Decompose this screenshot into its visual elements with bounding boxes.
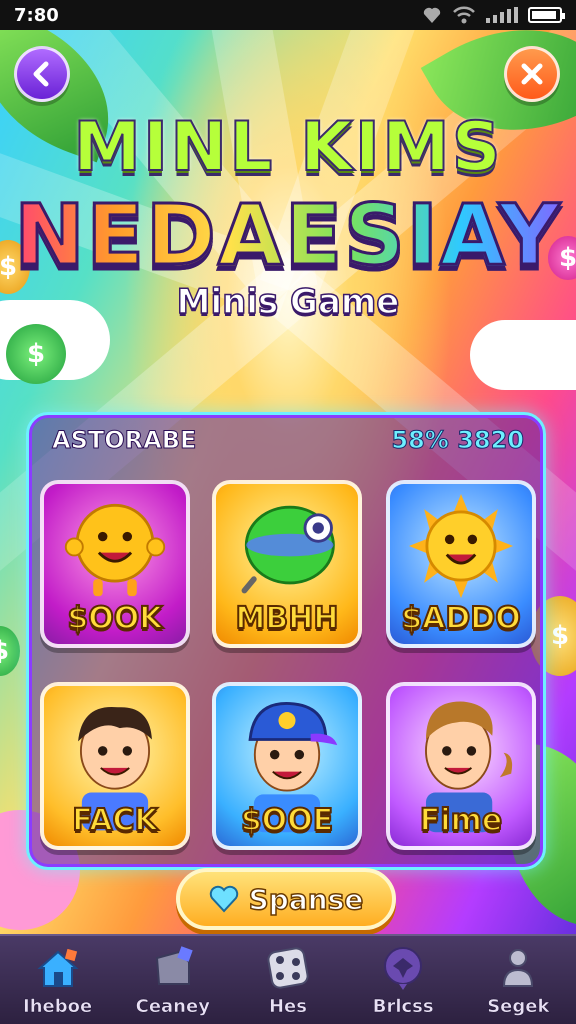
home-icon: [36, 948, 79, 987]
nav-item-hes[interactable]: Hes: [238, 944, 338, 1017]
close-button[interactable]: [504, 46, 560, 102]
game-card-2[interactable]: MBHH: [212, 480, 362, 648]
heart-icon: [209, 885, 238, 913]
status-time: 7:80: [14, 4, 59, 26]
battery-icon: [528, 7, 565, 23]
cloud-decoration: [470, 320, 576, 390]
close-icon: [521, 63, 543, 85]
nav-item-home[interactable]: Iheboe: [8, 944, 108, 1017]
heart-status-icon: [423, 7, 441, 23]
bottom-nav: Iheboe Ceaney Hes Brlcss Segek: [0, 934, 576, 1024]
card-label: FACK: [71, 802, 159, 839]
panel-score: 58% 3820: [391, 426, 525, 455]
game-card-3[interactable]: $ADDO: [386, 480, 536, 648]
nav-label: Iheboe: [23, 995, 93, 1017]
nav-label: Brlcss: [372, 995, 434, 1017]
back-button[interactable]: [14, 46, 70, 102]
card-label: $ADDO: [400, 600, 521, 637]
game-card-5[interactable]: $OOE: [212, 682, 362, 850]
card-label: Fime: [419, 802, 503, 839]
card-label: MBHH: [235, 600, 340, 637]
coin-icon: $: [0, 626, 20, 676]
subtitle: Minis Game: [176, 281, 400, 323]
nav-item-segek[interactable]: Segek: [468, 944, 568, 1017]
nav-label: Hes: [268, 995, 308, 1017]
bird-badge-icon: [384, 946, 423, 990]
status-bar: 7:80: [0, 0, 576, 30]
card-label: $OOE: [240, 802, 334, 839]
nav-item-brlcss[interactable]: Brlcss: [353, 944, 453, 1017]
person-icon: [503, 948, 534, 987]
nav-label: Ceaney: [135, 995, 210, 1017]
wifi-icon: [453, 6, 475, 24]
nav-label: Segek: [487, 995, 550, 1017]
dice-icon: [267, 946, 309, 989]
box-icon: [155, 945, 193, 985]
spanse-button[interactable]: Spanse: [176, 868, 396, 930]
signal-icon: [486, 7, 518, 23]
nav-item-ceaney[interactable]: Ceaney: [123, 944, 223, 1017]
coin-icon: $: [6, 324, 66, 384]
status-icons: [422, 6, 565, 24]
spanse-button-label: Spanse: [248, 882, 364, 917]
game-card-4[interactable]: FACK: [40, 682, 190, 850]
game-card-1[interactable]: $OOK: [40, 480, 190, 648]
title-line-2: NEDAESIAY: [0, 185, 576, 286]
chevron-left-icon: [33, 61, 49, 87]
panel-label: ASTORABE: [51, 426, 197, 455]
game-card-6[interactable]: Fime: [386, 682, 536, 850]
title-line-1: MINL KIMS: [72, 107, 503, 188]
card-label: $OOK: [66, 600, 163, 637]
